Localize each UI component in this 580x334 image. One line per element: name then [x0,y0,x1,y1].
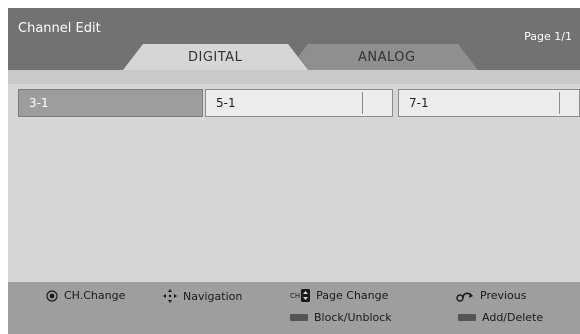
hint-label: Block/Unblock [314,311,392,324]
channel-label: 5-1 [216,96,236,110]
hint-label: Previous [480,289,527,302]
ch-text: CH [290,291,301,300]
hint-ch-change: CH.Change [46,289,125,302]
hint-label: Navigation [183,289,243,303]
cell-divider [559,92,560,114]
tab-digital[interactable]: DIGITAL [188,50,242,65]
tab-analog[interactable]: ANALOG [358,50,416,65]
tab-bar: DIGITAL ANALOG [8,8,580,70]
channel-label: 3-1 [29,96,49,110]
tab-band [8,70,580,84]
color-key-icon [458,314,476,321]
channel-cell-7-1[interactable]: 7-1 [398,89,580,117]
channel-cell-5-1[interactable]: 5-1 [205,89,393,117]
hint-block-unblock: Block/Unblock [290,311,392,324]
hint-previous: Previous [456,289,527,302]
channel-edit-panel: Channel Edit Page 1/1 DIGITAL ANALOG 3-1… [8,8,580,334]
hint-label: CH.Change [64,289,126,302]
hint-page-change: CH Page Change [290,289,388,302]
cell-divider [362,92,363,114]
navigation-arrows-icon [163,289,177,303]
tab-shapes [123,44,478,70]
channel-label: 7-1 [409,96,429,110]
ch-rocker-icon: CH [290,289,311,302]
hint-add-delete: Add/Delete [458,311,543,324]
hint-label: Add/Delete [482,311,544,324]
hint-navigation: Navigation [163,289,242,303]
help-footer: CH.Change Navigation CH Page Change Prev… [8,282,580,334]
color-key-icon [290,314,308,321]
ok-button-icon [46,289,58,302]
channel-grid: 3-1 5-1 7-1 [18,89,580,119]
channel-cell-3-1[interactable]: 3-1 [18,89,203,117]
channel-list-area [8,119,580,281]
hint-label: Page Change [316,289,389,302]
back-arrow-icon [456,290,474,302]
